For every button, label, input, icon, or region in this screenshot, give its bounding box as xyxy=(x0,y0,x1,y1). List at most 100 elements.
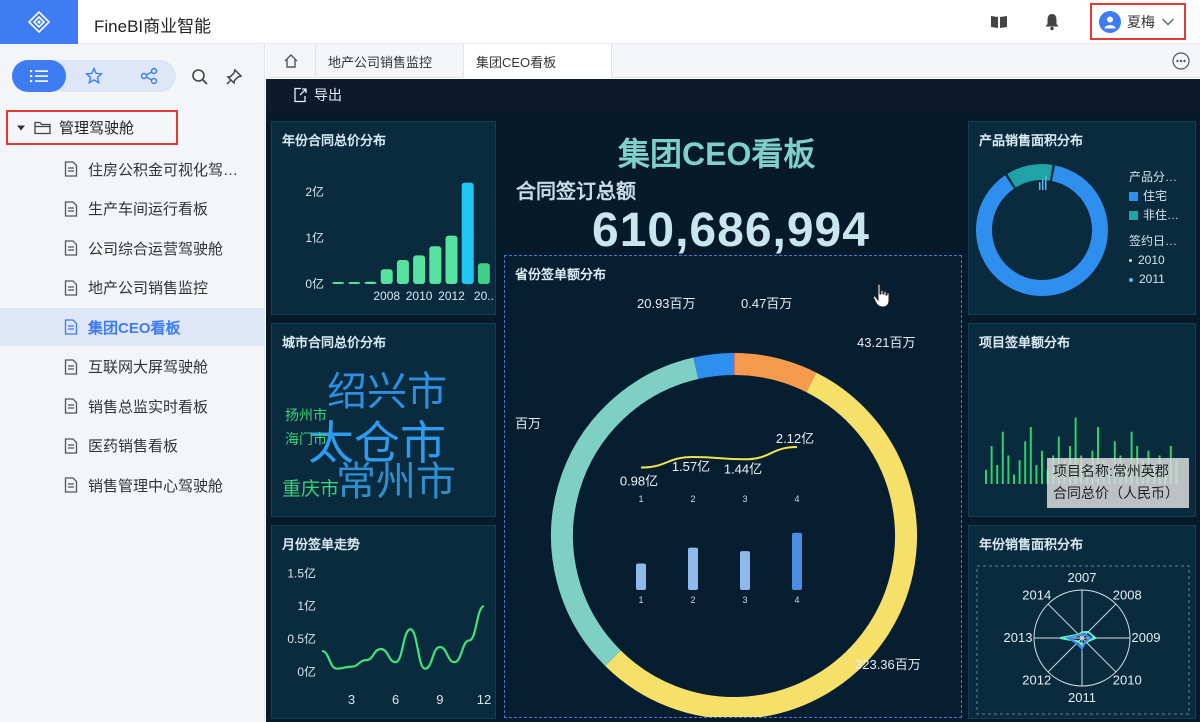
bar xyxy=(396,260,409,284)
document-icon xyxy=(64,477,78,493)
word-shaoxing: 绍兴市 xyxy=(327,370,447,414)
axis-label: 2010 xyxy=(1113,672,1142,687)
list-view-button[interactable] xyxy=(12,60,66,92)
legend-item-nonresidential[interactable]: 非住… xyxy=(1129,206,1179,225)
document-icon xyxy=(64,437,78,454)
sidebar-item[interactable]: 生产车间运行看板 xyxy=(0,190,264,228)
sidebar-item[interactable]: 地产公司销售监控 xyxy=(0,269,264,307)
tooltip-line-1: 项目名称:常州英郡 xyxy=(1053,463,1169,479)
panel-title: 月份签单走势 xyxy=(282,537,361,552)
y-tick-label: 1亿 xyxy=(305,230,324,245)
hand-cursor-icon xyxy=(872,283,892,314)
legend-label: 2011 xyxy=(1139,271,1165,286)
y-tick-label: 1亿 xyxy=(297,598,316,613)
x-tick-label: 1 xyxy=(638,494,643,504)
data-label: 1.44亿 xyxy=(724,461,762,476)
series-line xyxy=(321,605,485,670)
avatar-icon xyxy=(1099,10,1121,33)
legend-item-2010[interactable]: 2010 xyxy=(1129,251,1179,270)
sidebar-item-label: 住房公积金可视化驾… xyxy=(88,161,239,179)
document-icon xyxy=(64,200,78,217)
bar xyxy=(461,182,474,284)
sidebar-item[interactable]: 公司综合运营驾驶舱 xyxy=(0,229,264,267)
sidebar-item[interactable]: 住房公积金可视化驾… xyxy=(0,150,264,188)
sidebar-item[interactable]: 医药销售看板 xyxy=(0,427,264,465)
legend-dot xyxy=(1129,258,1132,262)
legend-swatch xyxy=(1129,192,1138,202)
bar xyxy=(477,263,490,284)
sidebar-item[interactable]: 互联网大屏驾驶舱 xyxy=(0,348,264,386)
home-icon xyxy=(284,54,297,68)
document-icon xyxy=(64,279,78,296)
radar-axis xyxy=(1047,603,1083,639)
x-tick-label: 2 xyxy=(690,494,695,504)
monthly-trend-panel: 月份签单走势 0亿 0.5亿 1亿 1.5亿 3 6 9 12 xyxy=(271,525,496,719)
sidebar: 管理驾驶舱 住房公积金可视化驾… 生产车间运行看板 公司综合运营驾驶舱地产公司销售监… xyxy=(0,44,265,722)
share-button[interactable] xyxy=(122,60,176,92)
book-icon[interactable] xyxy=(989,12,1009,32)
inner-line xyxy=(640,446,798,469)
bar xyxy=(1029,427,1032,484)
slice-label: 0.47百万 xyxy=(741,296,792,311)
sparkline-bar xyxy=(1045,176,1047,190)
sidebar-item-label: 销售总监实时看板 xyxy=(88,398,209,416)
bar xyxy=(413,255,426,284)
legend-title-product: 产品分… xyxy=(1129,170,1178,184)
annual-contract-panel: 年份合同总价分布 0亿 1亿 2亿 2008 2010 2012 20.. xyxy=(271,121,496,315)
yearly-area-radar-chart: 2007 2008 2009 2010 2011 2012 2013 2014 xyxy=(976,565,1190,715)
tooltip: 项目名称:常州英郡 合同总价（人民币） xyxy=(1047,458,1189,508)
app-logo[interactable] xyxy=(0,0,78,44)
panel-title: 年份合同总价分布 xyxy=(282,133,387,148)
bar xyxy=(445,235,458,284)
document-icon xyxy=(64,319,78,335)
x-tick-label: 6 xyxy=(392,692,399,707)
x-tick-label: 1 xyxy=(638,595,643,605)
legend-item-residential[interactable]: 住宅 xyxy=(1129,187,1179,206)
panel-title: 产品销售面积分布 xyxy=(979,133,1084,148)
tab-property-sales[interactable]: 地产公司销售监控 xyxy=(316,44,464,78)
bar xyxy=(996,465,999,484)
bar xyxy=(1013,474,1015,484)
document-icon xyxy=(64,161,78,177)
x-tick-label: 12 xyxy=(477,692,491,707)
document-icon xyxy=(64,240,78,256)
annual-contract-chart: 0亿 1亿 2亿 2008 2010 2012 20.. xyxy=(305,182,494,303)
x-tick-label: 2008 xyxy=(373,289,400,303)
document-icon xyxy=(64,358,78,375)
home-tab[interactable] xyxy=(266,44,316,78)
sidebar-item[interactable]: 销售总监实时看板 xyxy=(0,387,264,425)
word-chongqing: 重庆市 xyxy=(282,479,340,500)
pin-icon[interactable] xyxy=(224,67,244,87)
tab-bar: 地产公司销售监控 集团CEO看板 xyxy=(266,44,1200,78)
document-icon xyxy=(64,398,78,414)
tab-ceo-dashboard[interactable]: 集团CEO看板 xyxy=(464,44,612,78)
chevron-down-icon xyxy=(1162,18,1174,25)
panel-title: 省份签单额分布 xyxy=(515,267,607,282)
folder-management-cockpit[interactable]: 管理驾驶舱 xyxy=(6,110,178,145)
export-label: 导出 xyxy=(314,87,342,103)
y-tick-label: 1.5亿 xyxy=(287,565,316,580)
user-menu[interactable]: 夏梅 xyxy=(1090,3,1186,40)
y-tick-label: 2亿 xyxy=(305,184,324,199)
slice-label: 43.21百万 xyxy=(857,335,916,350)
search-icon[interactable] xyxy=(190,67,210,87)
sidebar-item[interactable]: 集团CEO看板 xyxy=(0,308,264,346)
favorites-button[interactable] xyxy=(67,60,121,92)
bar xyxy=(985,469,987,484)
x-tick-label: 2012 xyxy=(438,289,465,303)
sidebar-item[interactable]: 销售管理中心驾驶舱 xyxy=(0,466,264,504)
donut-slice xyxy=(976,165,1108,296)
legend-item-2011[interactable]: 2011 xyxy=(1129,270,1179,289)
folder-icon xyxy=(34,121,51,134)
bell-icon[interactable] xyxy=(1042,12,1062,32)
word-yangzhou: 扬州市 xyxy=(285,407,327,423)
view-switcher xyxy=(12,60,176,92)
more-options-icon[interactable] xyxy=(1172,52,1190,75)
axis-label: 2007 xyxy=(1068,570,1097,585)
export-button[interactable]: 导出 xyxy=(292,85,342,105)
sidebar-item-label: 地产公司销售监控 xyxy=(88,280,209,297)
bar xyxy=(1041,450,1043,484)
x-tick-label: 2010 xyxy=(406,289,433,303)
donut-slice xyxy=(551,357,699,667)
bar xyxy=(1035,465,1038,484)
